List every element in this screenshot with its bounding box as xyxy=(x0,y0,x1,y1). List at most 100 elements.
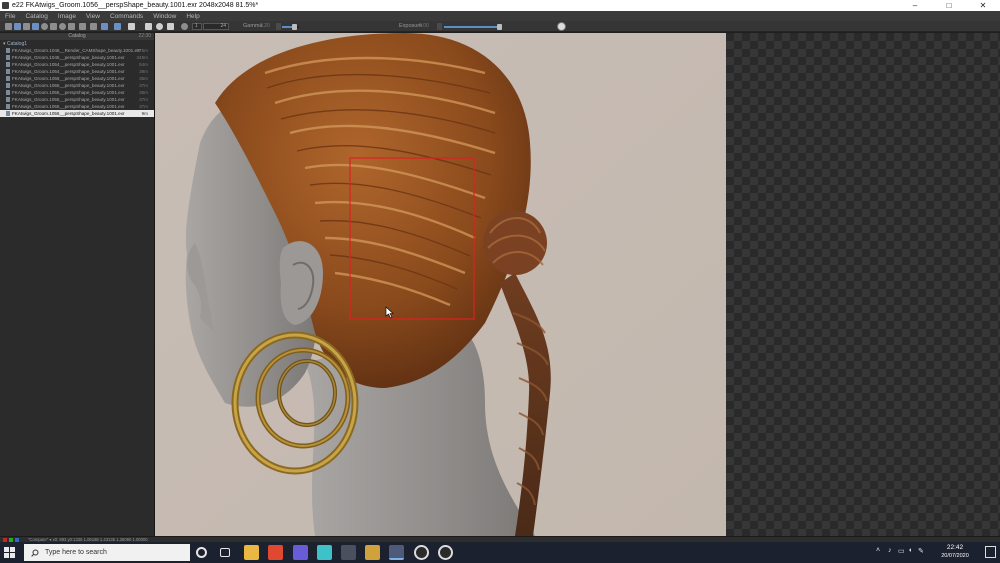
volume-icon[interactable]: ◖ xyxy=(908,547,912,554)
menu-view[interactable]: View xyxy=(86,13,100,20)
zoom-tool-icon[interactable] xyxy=(14,23,21,30)
windows-start-icon[interactable] xyxy=(4,547,15,558)
aftereffects-icon[interactable] xyxy=(341,545,356,560)
exr-file-icon xyxy=(6,69,10,74)
steam-icon[interactable] xyxy=(438,545,453,560)
exr-file-icon xyxy=(6,83,10,88)
catalog-item[interactable]: FKAtwigs_Groom.1056__perspShape_beauty.1… xyxy=(0,110,154,117)
play-icon[interactable] xyxy=(156,23,163,30)
flip-icon[interactable] xyxy=(68,23,75,30)
maya-icon[interactable] xyxy=(317,545,332,560)
catalog-item-name: FKAtwigs_Groom.1056__perspShape_beauty.1… xyxy=(12,76,125,81)
catalog-item-name: FKAtwigs_Groom.1054__perspShape_beauty.1… xyxy=(12,69,125,74)
app-icon xyxy=(2,2,9,9)
catalog-item[interactable]: FKAtwigs_Groom.1045__perspShape_beauty.1… xyxy=(0,54,154,61)
move-tool-icon[interactable] xyxy=(5,23,12,30)
clock-time: 22:42 xyxy=(946,544,964,551)
pen-icon[interactable]: ✎ xyxy=(918,547,924,555)
menu-file[interactable]: File xyxy=(5,13,15,20)
catalog-item-size: 37m xyxy=(139,104,148,109)
catalog-item[interactable]: FKAtwigs_Groom.1054__perspShape_beauty.1… xyxy=(0,61,154,68)
menu-catalog[interactable]: Catalog xyxy=(25,13,47,20)
clock-date: 20/07/2020 xyxy=(941,553,969,559)
guides-icon[interactable] xyxy=(114,23,121,30)
window-controls: – □ ✕ xyxy=(898,0,1000,11)
close-button[interactable]: ✕ xyxy=(966,0,1000,11)
last-frame-icon[interactable] xyxy=(167,23,174,30)
obs-icon[interactable] xyxy=(414,545,429,560)
tray-chevron-icon[interactable]: ˄ xyxy=(876,547,880,554)
catalog-header-time: 22:30 xyxy=(138,33,151,39)
image-viewer[interactable] xyxy=(155,33,726,536)
frame-end-field[interactable]: 24 xyxy=(203,23,229,30)
search-placeholder: Type here to search xyxy=(45,549,107,556)
catalog-item-name: FKAtwigs_Groom.1056__perspShape_beauty.1… xyxy=(12,111,125,116)
menu-commands[interactable]: Commands xyxy=(110,13,143,20)
catalog-item[interactable]: FKAtwigs_Groom.1055__perspShape_beauty.1… xyxy=(0,96,154,103)
catalog-item-name: FKAtwigs_Groom.1045__perspShape_beauty.1… xyxy=(12,55,125,60)
catalog-item-name: FKAtwigs_Groom.1055__perspShape_beauty.1… xyxy=(12,90,125,95)
gamma-slider-knob[interactable] xyxy=(292,24,297,30)
catalog-list: FKAtwigs_Groom.1046__Render_CAMShape_bea… xyxy=(0,47,154,117)
gamma-spinner[interactable] xyxy=(276,23,281,30)
exr-file-icon xyxy=(6,62,10,67)
checker-icon[interactable] xyxy=(128,23,135,30)
catalog-item-name: FKAtwigs_Groom.1055__perspShape_beauty.1… xyxy=(12,83,125,88)
exr-file-icon xyxy=(6,76,10,81)
catalog-header: Catalog 22:30 xyxy=(0,33,154,40)
exposure-slider-fill xyxy=(444,26,498,28)
substance-icon[interactable] xyxy=(365,545,380,560)
djv-viewer-icon[interactable] xyxy=(389,545,404,560)
stats-icon[interactable] xyxy=(59,23,66,30)
catalog-item[interactable]: FKAtwigs_Groom.1055__perspShape_beauty.1… xyxy=(0,82,154,89)
menu-window[interactable]: Window xyxy=(153,13,176,20)
catalog-item[interactable]: FKAtwigs_Groom.1054__perspShape_beauty.1… xyxy=(0,68,154,75)
exposure-slider-knob[interactable] xyxy=(497,24,502,30)
compare-icon[interactable] xyxy=(50,23,57,30)
catalog-item-size: 345m xyxy=(136,55,149,60)
catalog-item-name: FKAtwigs_Groom.1054__perspShape_beauty.1… xyxy=(12,62,125,67)
first-frame-icon[interactable] xyxy=(145,23,152,30)
catalog-item-name: FKAtwigs_Groom.1055__perspShape_beauty.1… xyxy=(12,104,125,109)
exposure-spinner[interactable] xyxy=(437,23,442,30)
microphone-icon[interactable]: ♪ xyxy=(888,547,892,554)
cortana-icon[interactable] xyxy=(196,547,207,558)
catalog-item-name: FKAtwigs_Groom.1055__perspShape_beauty.1… xyxy=(12,97,125,102)
color-picker-icon[interactable] xyxy=(41,23,48,30)
catalog-item[interactable]: FKAtwigs_Groom.1055__perspShape_beauty.1… xyxy=(0,103,154,110)
crop-icon[interactable] xyxy=(79,23,86,30)
frame-start-field[interactable]: 1 xyxy=(192,23,202,30)
rgb-channel-icon[interactable] xyxy=(23,23,30,30)
taskbar-clock[interactable]: 22:42 20/07/2020 xyxy=(935,544,975,560)
maximize-button[interactable]: □ xyxy=(932,0,966,11)
taskbar-search-box[interactable]: Type here to search xyxy=(24,544,190,561)
loop-icon[interactable] xyxy=(181,23,188,30)
file-explorer-icon[interactable] xyxy=(244,545,259,560)
catalog-item[interactable]: FKAtwigs_Groom.1055__perspShape_beauty.1… xyxy=(0,89,154,96)
minimize-button[interactable]: – xyxy=(898,0,932,11)
task-view-icon[interactable] xyxy=(220,548,230,557)
notification-icon[interactable] xyxy=(985,546,996,558)
catalog-panel: Catalog 22:30 ▾Catalog1 FKAtwigs_Groom.1… xyxy=(0,33,155,536)
catalog-item-size: 35m xyxy=(139,90,148,95)
catalog-item-size: 37m xyxy=(139,83,148,88)
exr-file-icon xyxy=(6,104,10,109)
catalog-item-size: 37m xyxy=(139,97,148,102)
fit-view-icon[interactable] xyxy=(32,23,39,30)
catalog-item[interactable]: FKAtwigs_Groom.1056__perspShape_beauty.1… xyxy=(0,75,154,82)
grid-icon[interactable] xyxy=(90,23,97,30)
menu-image[interactable]: Image xyxy=(58,13,76,20)
network-icon[interactable]: ▭ xyxy=(898,547,905,555)
catalog-item-size: 9m xyxy=(141,111,148,116)
menu-help[interactable]: Help xyxy=(186,13,199,20)
exposure-reset-button[interactable] xyxy=(557,22,566,31)
chrome-icon[interactable] xyxy=(268,545,283,560)
catalog-header-title: Catalog xyxy=(68,33,86,39)
unity-hub-icon[interactable] xyxy=(293,545,308,560)
catalog-item[interactable]: FKAtwigs_Groom.1046__Render_CAMShape_bea… xyxy=(0,47,154,54)
crosshair-icon[interactable] xyxy=(101,23,108,30)
window-title-bar: e22 FKAtwigs_Groom.1056__perspShape_beau… xyxy=(0,0,1000,11)
catalog-item-size: 35m xyxy=(139,76,148,81)
catalog-item-size: 39m xyxy=(139,69,148,74)
catalog-item-size: 775m xyxy=(136,48,149,53)
